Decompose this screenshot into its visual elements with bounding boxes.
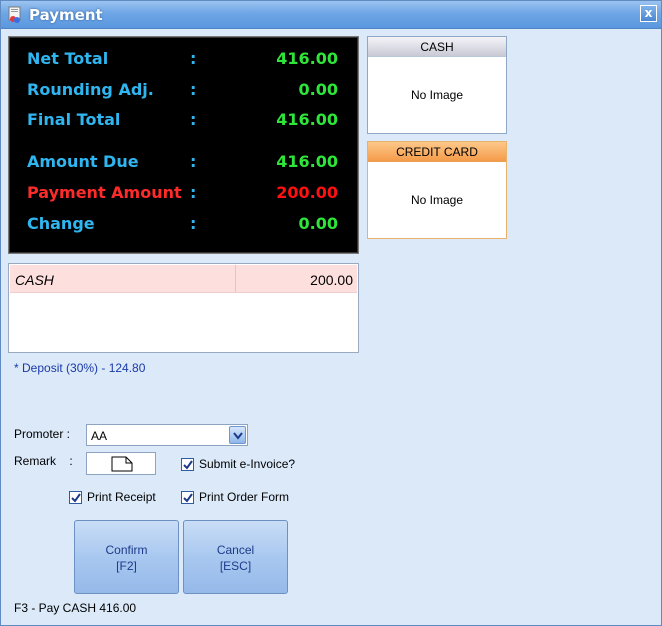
close-icon: x bbox=[644, 6, 653, 20]
cash-image-placeholder: No Image bbox=[368, 57, 506, 133]
promoter-value: AA bbox=[91, 429, 108, 443]
print-order-form-label: Print Order Form bbox=[199, 490, 290, 504]
change-row: Change : 0.00 bbox=[9, 214, 360, 236]
payment-window: Payment x Net Total : 416.00 Rounding Ad… bbox=[0, 0, 662, 626]
payment-amount-label: Payment Amount bbox=[27, 183, 182, 202]
print-receipt-label: Print Receipt bbox=[87, 490, 156, 504]
promoter-label: Promoter : bbox=[14, 427, 71, 441]
checkbox-box[interactable] bbox=[181, 491, 194, 504]
net-total-row: Net Total : 416.00 bbox=[9, 49, 360, 71]
payment-amount-value: 200.00 bbox=[276, 183, 338, 202]
checkbox-box[interactable] bbox=[69, 491, 82, 504]
payment-amount-cell: 200.00 bbox=[310, 272, 353, 288]
separator: : bbox=[190, 49, 197, 68]
separator: : bbox=[190, 110, 197, 129]
app-icon bbox=[7, 6, 23, 24]
no-image-text: No Image bbox=[410, 88, 464, 102]
confirm-button[interactable]: Confirm [F2] bbox=[74, 520, 179, 594]
dropdown-button[interactable] bbox=[229, 426, 246, 444]
list-item[interactable]: CASH 200.00 bbox=[10, 265, 357, 293]
check-icon bbox=[183, 493, 193, 503]
close-button[interactable]: x bbox=[640, 5, 657, 22]
remark-label: Remark : bbox=[14, 454, 73, 468]
amount-due-value: 416.00 bbox=[276, 152, 338, 171]
payment-method-cell: CASH bbox=[15, 272, 54, 288]
chevron-down-icon bbox=[233, 432, 243, 440]
final-total-label: Final Total bbox=[27, 110, 121, 129]
window-title: Payment bbox=[29, 6, 103, 24]
cancel-shortcut: [ESC] bbox=[219, 559, 252, 573]
remark-button[interactable] bbox=[86, 452, 156, 475]
submit-einvoice-label: Submit e-Invoice? bbox=[199, 457, 296, 471]
deposit-note: * Deposit (30%) - 124.80 bbox=[14, 361, 146, 375]
separator: : bbox=[190, 80, 197, 99]
confirm-label: Confirm bbox=[105, 543, 148, 557]
checkbox-box[interactable] bbox=[181, 458, 194, 471]
totals-panel: Net Total : 416.00 Rounding Adj. : 0.00 … bbox=[8, 36, 359, 254]
check-icon bbox=[71, 493, 81, 503]
net-total-label: Net Total bbox=[27, 49, 109, 68]
status-text: F3 - Pay CASH 416.00 bbox=[14, 601, 137, 615]
rounding-row: Rounding Adj. : 0.00 bbox=[9, 80, 360, 102]
amount-due-label: Amount Due bbox=[27, 152, 139, 171]
change-value: 0.00 bbox=[298, 214, 338, 233]
separator: : bbox=[190, 214, 197, 233]
separator: : bbox=[190, 183, 197, 202]
note-icon bbox=[111, 456, 133, 472]
net-total-value: 416.00 bbox=[276, 49, 338, 68]
credit-card-image-placeholder: No Image bbox=[368, 162, 506, 238]
credit-card-payment-button[interactable]: CREDIT CARD No Image bbox=[367, 141, 507, 239]
confirm-shortcut: [F2] bbox=[116, 559, 137, 573]
final-total-value: 416.00 bbox=[276, 110, 338, 129]
separator: : bbox=[190, 152, 197, 171]
amount-due-row: Amount Due : 416.00 bbox=[9, 152, 360, 174]
change-label: Change bbox=[27, 214, 95, 233]
credit-card-header: CREDIT CARD bbox=[368, 142, 506, 162]
cash-header: CASH bbox=[368, 37, 506, 57]
promoter-dropdown[interactable]: AA bbox=[86, 424, 248, 446]
check-icon bbox=[183, 460, 193, 470]
final-total-row: Final Total : 416.00 bbox=[9, 110, 360, 132]
cancel-button[interactable]: Cancel [ESC] bbox=[183, 520, 288, 594]
payment-list[interactable]: CASH 200.00 bbox=[8, 263, 359, 353]
rounding-label: Rounding Adj. bbox=[27, 80, 154, 99]
rounding-value: 0.00 bbox=[298, 80, 338, 99]
cancel-label: Cancel bbox=[216, 543, 255, 557]
cash-payment-button[interactable]: CASH No Image bbox=[367, 36, 507, 134]
no-image-text: No Image bbox=[410, 193, 464, 207]
column-divider bbox=[235, 265, 236, 293]
payment-amount-row: Payment Amount : 200.00 bbox=[9, 183, 360, 205]
title-bar[interactable]: Payment x bbox=[1, 1, 661, 29]
